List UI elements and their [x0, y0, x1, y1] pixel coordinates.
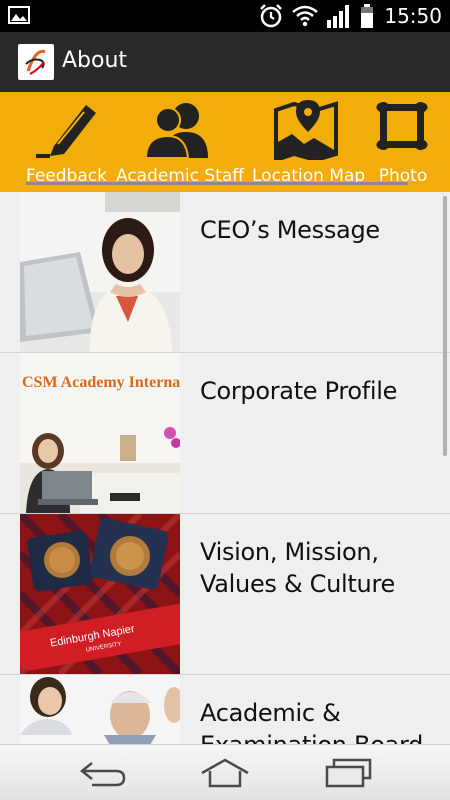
list-item-corporate-profile[interactable]: CSM Academy Interna Corporate Profile: [0, 353, 450, 514]
page-title: About: [62, 48, 128, 73]
status-bar: 15:50: [0, 0, 450, 32]
list-item-title: Corporate Profile: [200, 377, 398, 405]
tab-photo[interactable]: Photo: [372, 92, 434, 192]
action-bar: About: [0, 32, 450, 92]
list-item-ceo-message[interactable]: CEO’s Message: [0, 192, 450, 353]
map-pin-icon: [274, 100, 338, 160]
tab-academic-staff[interactable]: Academic Staff: [116, 92, 244, 192]
graduation-photo: Edinburgh Napier UNIVERSITY: [20, 514, 180, 674]
battery-icon: [361, 4, 374, 28]
alarm-icon: [260, 4, 283, 28]
list-item-vision-mission[interactable]: Edinburgh Napier UNIVERSITY Vision, Miss…: [0, 514, 450, 675]
list-item-title: Vision, Mission, Values & Culture: [200, 538, 395, 598]
recent-apps-icon[interactable]: [324, 757, 374, 789]
academic-board-photo: [20, 675, 180, 744]
list-item-title: Academic & Examination Board: [200, 699, 423, 744]
people-icon: [146, 103, 208, 158]
tab-feedback[interactable]: Feedback: [26, 92, 107, 192]
gallery-icon: [8, 6, 30, 24]
list-item-title: CEO’s Message: [200, 216, 380, 244]
tab-location-map[interactable]: Location Map: [252, 92, 365, 192]
tab-scroll-indicator: [26, 182, 408, 185]
list-scrollbar[interactable]: [443, 196, 447, 456]
list-item-academic-board[interactable]: Academic & Examination Board: [0, 675, 450, 744]
status-time: 15:50: [384, 4, 442, 28]
csm-logo-icon[interactable]: [18, 44, 54, 80]
navigation-bar: [0, 744, 450, 800]
corporate-photo: CSM Academy Interna: [20, 353, 180, 513]
picture-frame-icon: [376, 102, 428, 150]
ceo-photo: [20, 192, 180, 352]
wifi-icon: [292, 5, 319, 27]
home-icon[interactable]: [200, 757, 250, 789]
pencil-icon: [36, 105, 96, 158]
back-icon[interactable]: [78, 757, 128, 789]
tab-strip: Feedback Academic Staff Location Map Pho…: [0, 92, 450, 192]
signal-icon: [327, 5, 350, 28]
corporate-sign-text: CSM Academy Interna: [22, 374, 180, 391]
about-list: CEO’s Message CSM Academy Interna Corpor…: [0, 192, 450, 744]
